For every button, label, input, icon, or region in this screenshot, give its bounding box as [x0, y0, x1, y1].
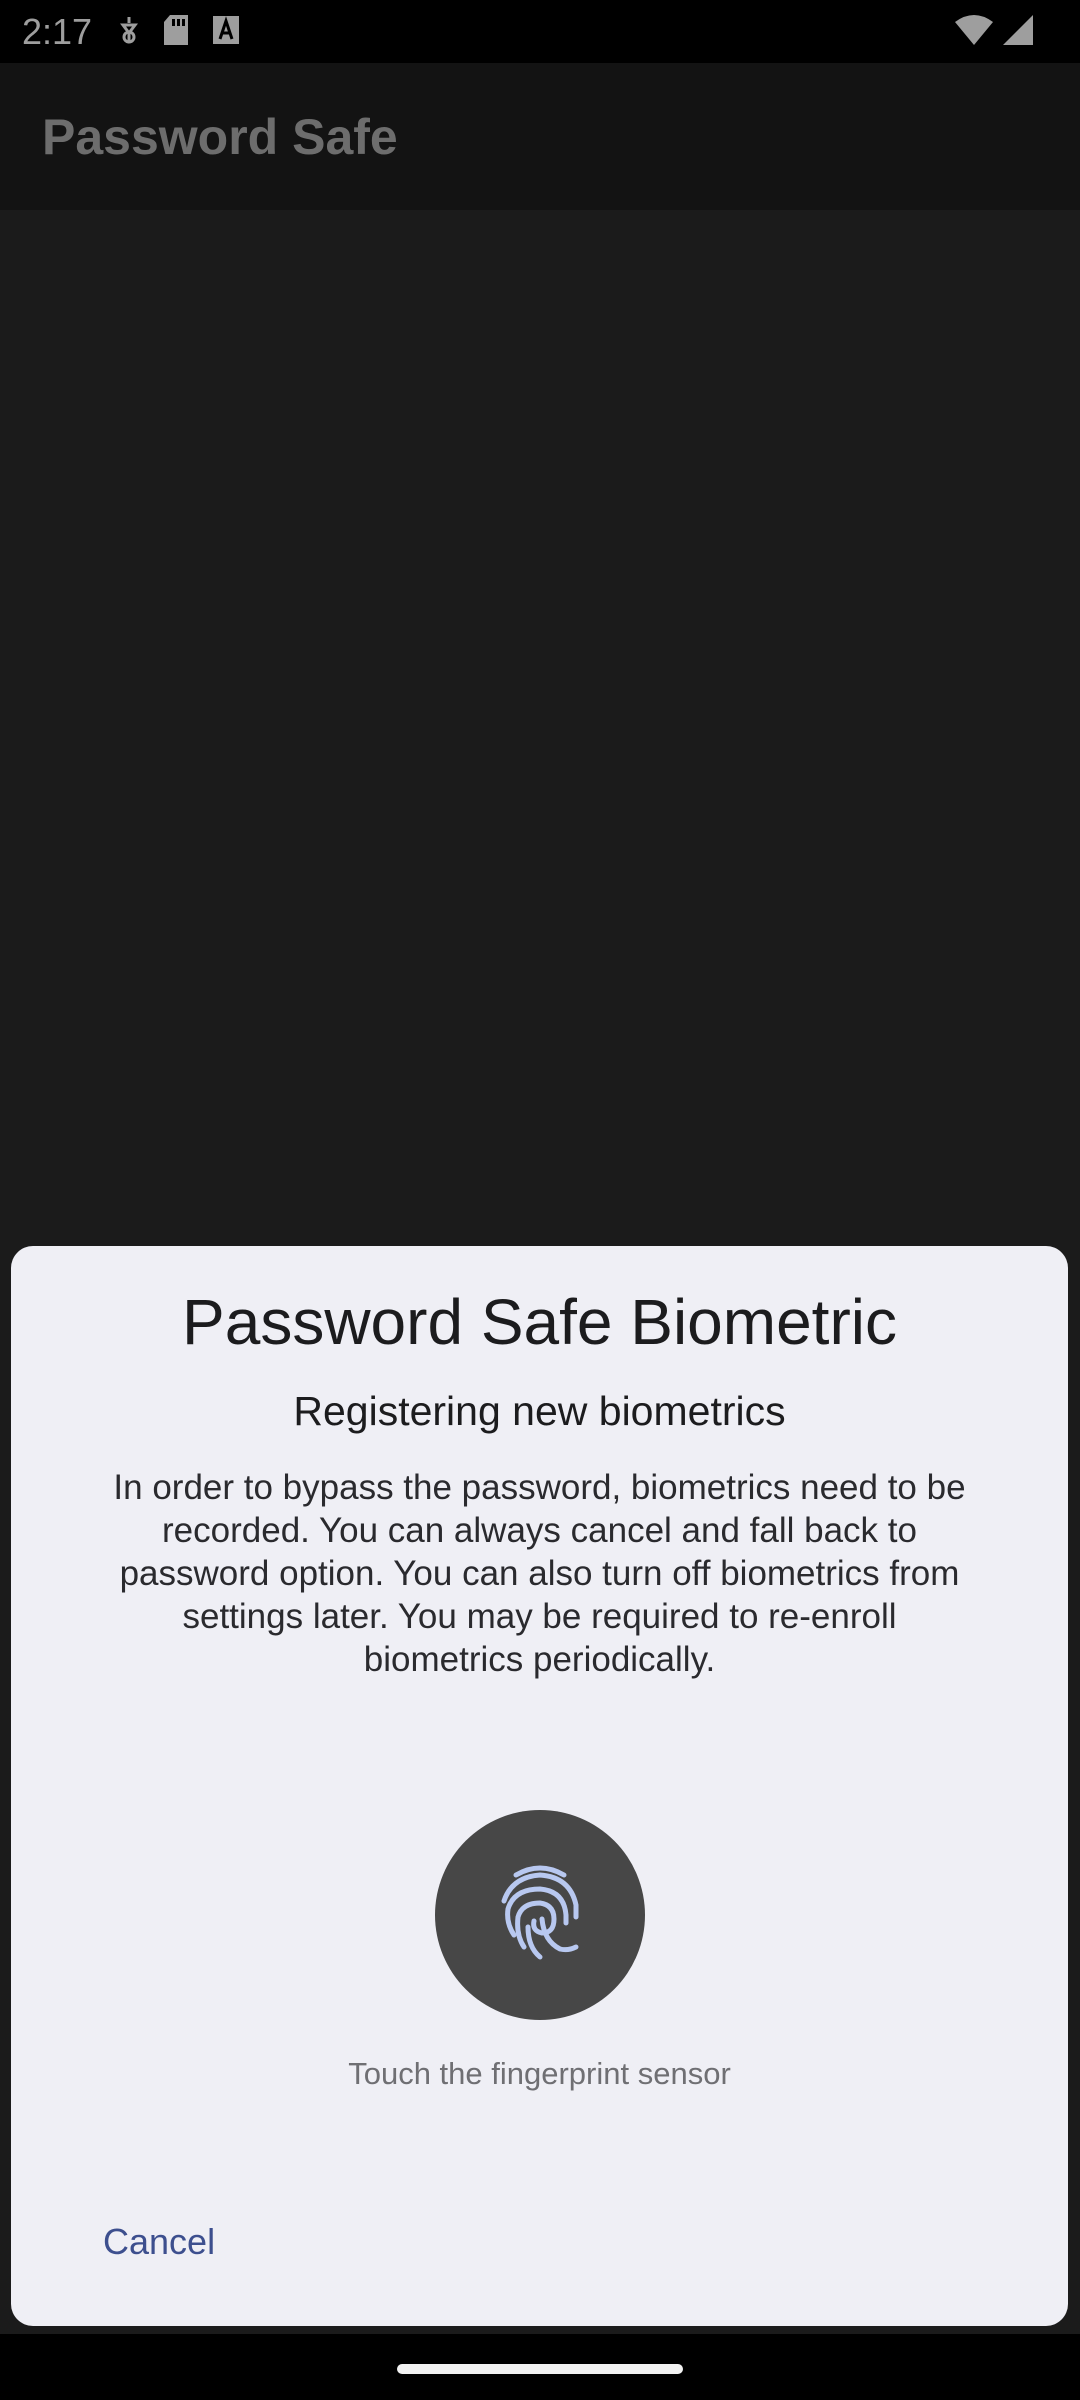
sensor-hint: Touch the fingerprint sensor: [348, 2056, 731, 2091]
fingerprint-sensor-indicator: [435, 1810, 645, 2020]
app-title: Password Safe: [42, 109, 398, 165]
status-bar: 2:17: [0, 0, 1080, 63]
signal-icon: [1002, 14, 1034, 51]
sd-card-icon: [162, 13, 190, 52]
app-bar: Password Safe: [0, 63, 1080, 210]
home-gesture-handle[interactable]: [397, 2364, 683, 2374]
font-icon: [212, 15, 240, 50]
status-icons-right: [954, 14, 1034, 50]
status-icons-left: [118, 14, 240, 50]
cancel-button[interactable]: Cancel: [81, 2210, 237, 2274]
wifi-icon: [954, 14, 994, 51]
debug-icon: [118, 15, 140, 50]
status-time: 2:17: [22, 11, 93, 52]
dialog-subtitle: Registering new biometrics: [293, 1388, 786, 1434]
biometric-dialog: Password Safe Biometric Registering new …: [11, 1246, 1068, 2326]
dialog-description: In order to bypass the password, biometr…: [113, 1468, 966, 1679]
fingerprint-icon: [494, 1861, 586, 1970]
screen: 2:17 Password Safe Password Safe Biometr…: [0, 0, 1080, 2400]
dialog-title: Password Safe Biometric: [182, 1286, 897, 1358]
